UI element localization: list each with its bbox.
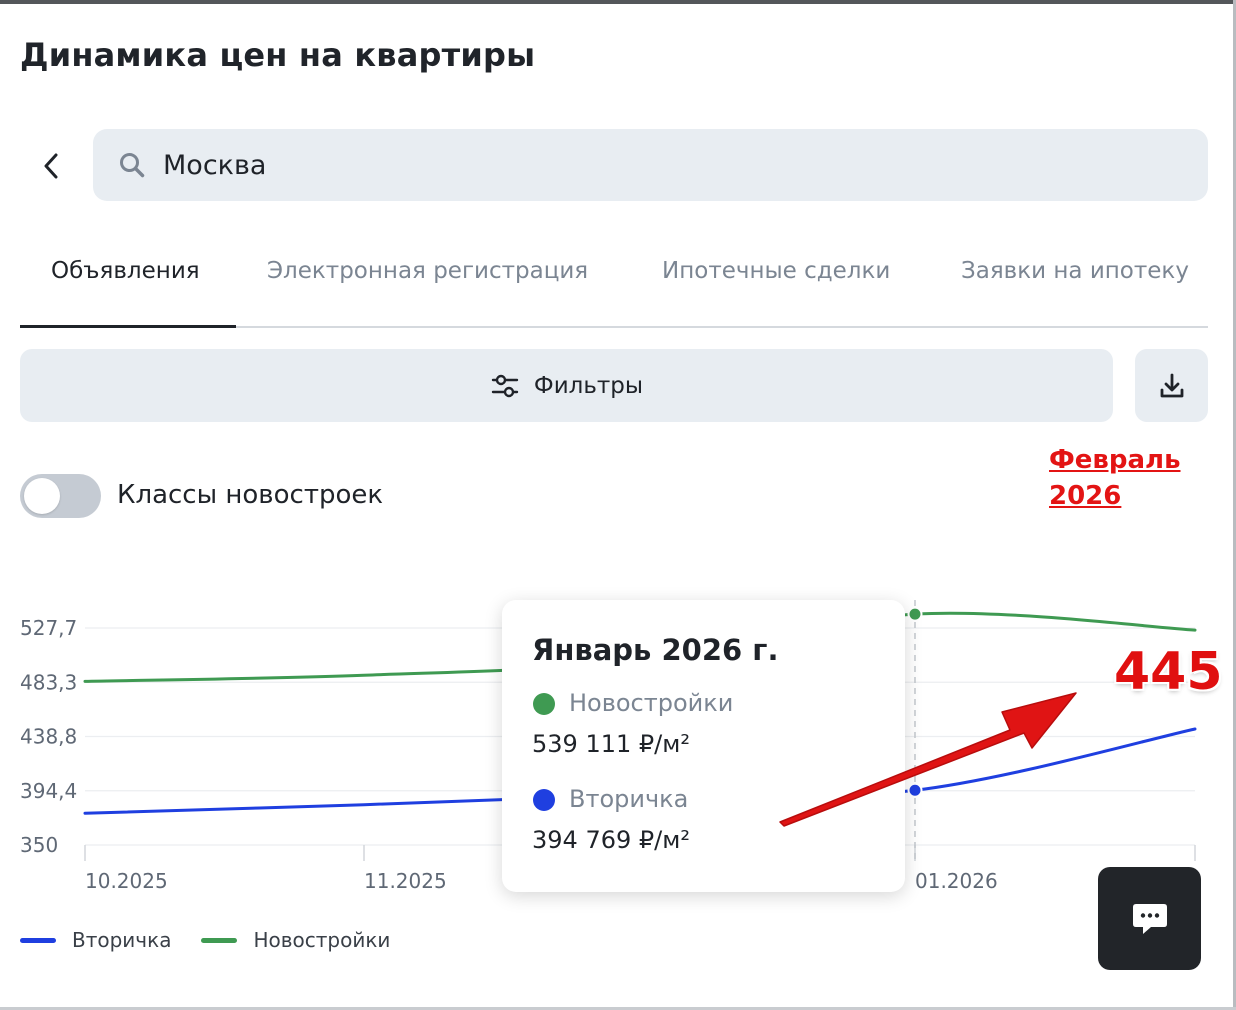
tooltip-series-new: Новостройки: [569, 689, 734, 717]
chat-button[interactable]: [1098, 867, 1201, 970]
search-icon: [119, 152, 145, 178]
active-tab-indicator: [20, 325, 236, 328]
annotation-month: Февраль 2026: [1049, 442, 1181, 514]
tooltip-series-secondary: Вторичка: [569, 785, 689, 813]
tab-bar: Объявления Электронная регистрация Ипоте…: [20, 244, 1208, 328]
hover-point-secondary: [907, 782, 923, 798]
annotation-value: 445: [1114, 642, 1223, 702]
legend-item-new[interactable]: Новостройки: [201, 928, 390, 952]
search-input[interactable]: [161, 148, 1065, 182]
window-top-bar: [0, 0, 1236, 4]
hover-point-new: [907, 606, 923, 622]
filters-label: Фильтры: [533, 372, 644, 399]
tab-mortgage-applications[interactable]: Заявки на ипотеку: [961, 258, 1189, 284]
annotation-month-line2: 2026: [1049, 481, 1122, 511]
new-building-classes-toggle[interactable]: [20, 474, 101, 518]
y-tick-label: 527,7: [20, 616, 77, 640]
legend-label-secondary: Вторичка: [72, 928, 172, 952]
y-tick-label: 394,4: [20, 779, 77, 803]
tooltip-dot-secondary: [533, 789, 555, 811]
y-tick-label: 438,8: [20, 725, 77, 749]
x-tick-label: 10.2025: [85, 869, 168, 893]
tab-electronic-registration[interactable]: Электронная регистрация: [267, 258, 588, 284]
chevron-left-icon: [44, 153, 58, 179]
tooltip-value-new: 539 111 ₽/м²: [532, 730, 690, 758]
annotation-month-line1: Февраль: [1049, 445, 1181, 475]
toggle-knob: [24, 478, 60, 514]
chart-legend: Вторичка Новостройки: [20, 928, 420, 952]
y-tick-label: 483,3: [20, 670, 77, 694]
tooltip-value-secondary: 394 769 ₽/м²: [532, 826, 690, 854]
chart-tooltip: Январь 2026 г. Новостройки 539 111 ₽/м² …: [502, 600, 905, 892]
filters-button[interactable]: Фильтры: [20, 349, 1113, 422]
sliders-icon: [490, 371, 520, 401]
download-icon: [1160, 373, 1183, 397]
tab-mortgage-deals[interactable]: Ипотечные сделки: [662, 258, 890, 284]
chat-bubble-icon: [1132, 903, 1167, 934]
search-box[interactable]: [93, 129, 1208, 201]
tooltip-dot-new: [533, 693, 555, 715]
page-title: Динамика цен на квартиры: [20, 36, 536, 74]
legend-line-new: [201, 937, 238, 943]
tab-listings[interactable]: Объявления: [51, 258, 200, 284]
legend-item-secondary[interactable]: Вторичка: [20, 928, 171, 952]
back-button[interactable]: [38, 150, 64, 182]
y-tick-label: 350: [20, 833, 58, 857]
tooltip-title: Январь 2026 г.: [532, 633, 779, 667]
x-tick-label: 01.2026: [915, 869, 998, 893]
toggle-label: Классы новостроек: [117, 480, 384, 510]
download-button[interactable]: [1135, 349, 1208, 422]
legend-label-new: Новостройки: [253, 928, 391, 952]
legend-line-secondary: [20, 937, 56, 943]
x-tick-label: 11.2025: [364, 869, 447, 893]
